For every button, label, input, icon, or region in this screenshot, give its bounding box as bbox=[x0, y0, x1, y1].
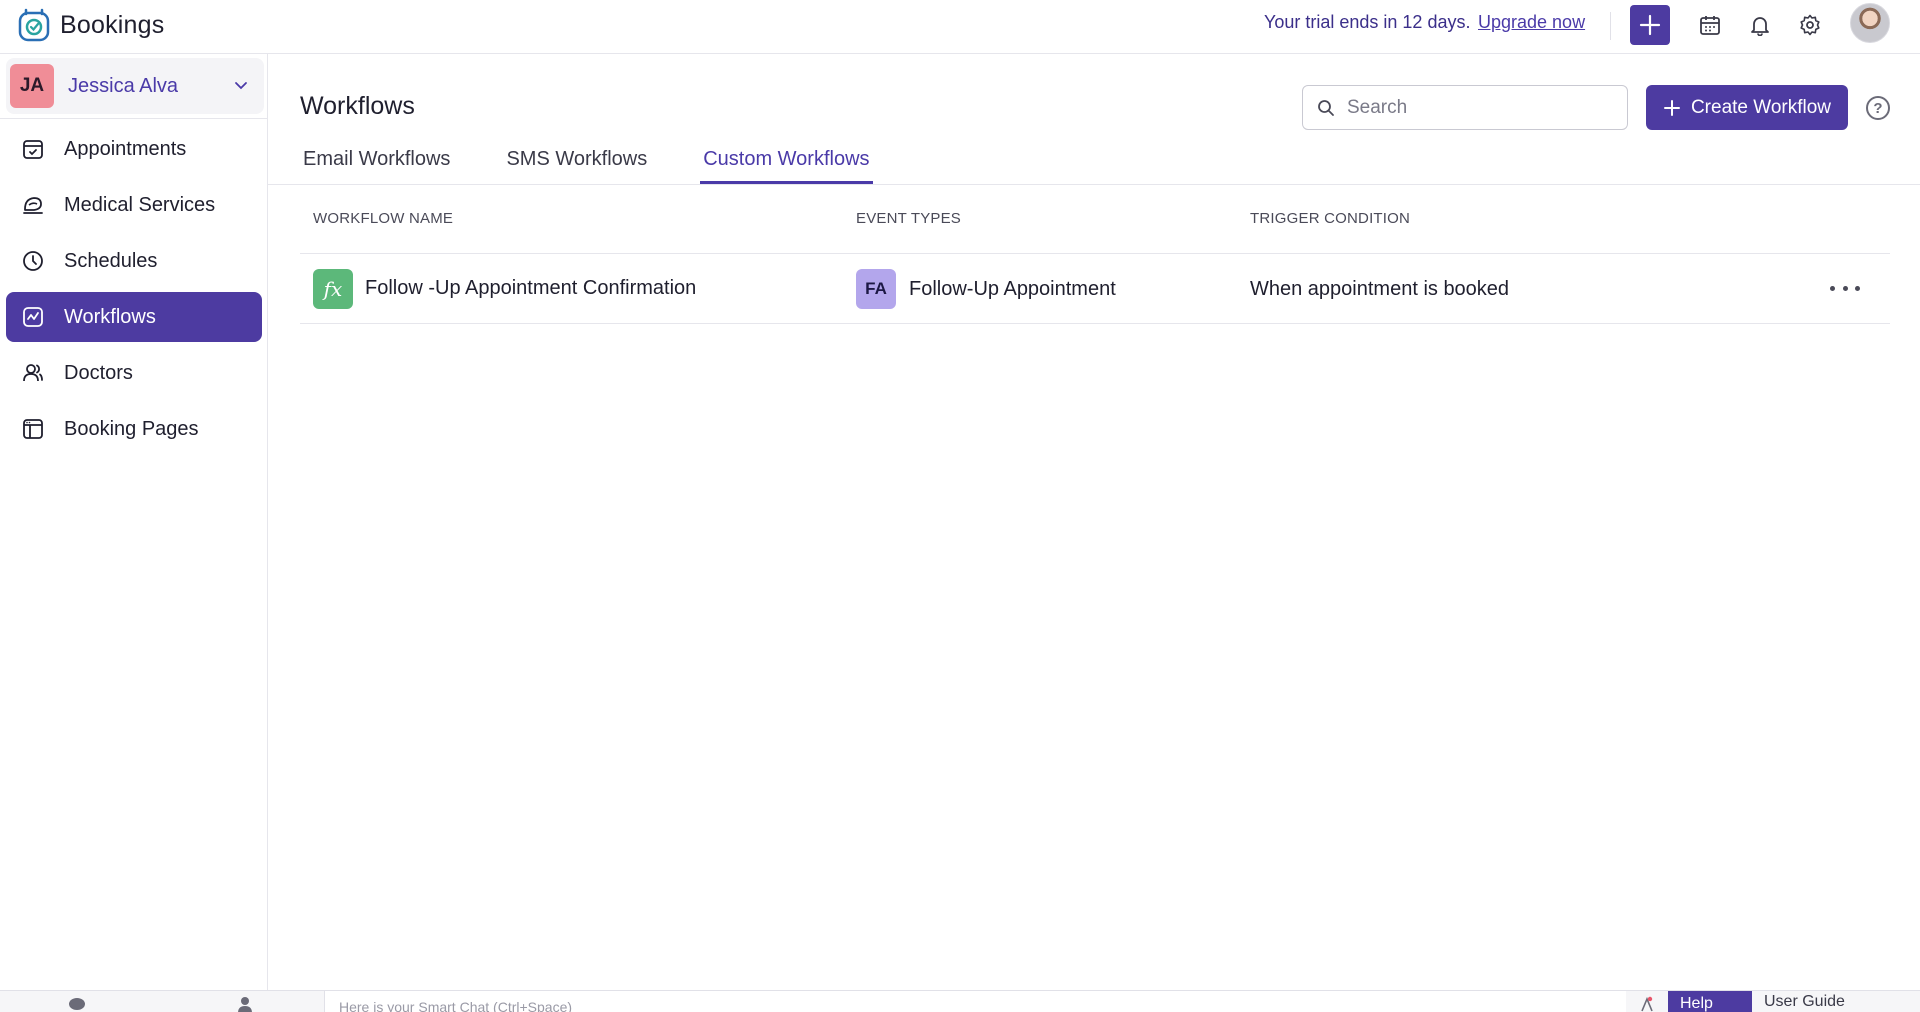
workflow-icon bbox=[20, 304, 46, 330]
upgrade-link[interactable]: Upgrade now bbox=[1478, 12, 1585, 33]
sidebar-item-label: Medical Services bbox=[64, 193, 216, 216]
table-row[interactable]: fx Follow -Up Appointment Confirmation F… bbox=[300, 254, 1890, 324]
workflow-name[interactable]: Follow -Up Appointment Confirmation bbox=[365, 277, 696, 300]
assistant-icon[interactable] bbox=[1638, 995, 1656, 1012]
trigger-condition: When appointment is booked bbox=[1250, 278, 1510, 300]
chevron-down-icon bbox=[235, 82, 247, 90]
sidebar-item-label: Workflows bbox=[64, 305, 156, 328]
tab-email-workflows[interactable]: Email Workflows bbox=[300, 140, 453, 184]
function-icon: fx bbox=[313, 269, 353, 309]
account-name: Jessica Alva bbox=[68, 74, 179, 97]
clock-icon bbox=[20, 248, 46, 274]
sidebar-item-workflows[interactable]: Workflows bbox=[6, 292, 262, 342]
bell-icon bbox=[1751, 17, 1769, 36]
gear-icon bbox=[1800, 14, 1820, 36]
help-button[interactable]: Help bbox=[1668, 991, 1752, 1012]
notifications-button[interactable] bbox=[1747, 12, 1773, 38]
workflow-tabs: Email Workflows SMS Workflows Custom Wor… bbox=[300, 140, 923, 184]
divider bbox=[1610, 12, 1611, 40]
sidebar-divider bbox=[0, 118, 268, 119]
tabs-divider bbox=[268, 184, 1920, 185]
sidebar-item-label: Schedules bbox=[64, 249, 158, 272]
account-switcher[interactable]: JA Jessica Alva bbox=[6, 58, 264, 114]
contact-icon[interactable] bbox=[236, 995, 254, 1012]
sidebar-item-label: Booking Pages bbox=[64, 417, 199, 440]
search-icon bbox=[1318, 99, 1334, 116]
calendar-check-icon bbox=[20, 136, 46, 162]
bottom-bar: Here is your Smart Chat (Ctrl+Space) Hel… bbox=[0, 990, 1920, 1012]
user-guide-button[interactable]: User Guide bbox=[1764, 993, 1845, 1011]
sidebar-item-label: Doctors bbox=[64, 361, 133, 384]
calendar-button[interactable] bbox=[1697, 12, 1723, 38]
event-type-name: Follow-Up Appointment bbox=[909, 278, 1116, 300]
brand[interactable]: Bookings bbox=[18, 8, 164, 42]
event-type-badge: FA bbox=[856, 269, 896, 309]
settings-button[interactable] bbox=[1797, 12, 1823, 38]
app-name: Bookings bbox=[60, 10, 165, 39]
create-workflow-button[interactable]: Create Workflow bbox=[1646, 85, 1848, 130]
plus-icon bbox=[1639, 14, 1661, 36]
column-header-trigger-condition: TRIGGER CONDITION bbox=[1250, 210, 1411, 227]
more-options-icon[interactable] bbox=[1830, 276, 1860, 300]
trial-notice: Your trial ends in 12 days. bbox=[1264, 12, 1471, 32]
tab-custom-workflows[interactable]: Custom Workflows bbox=[700, 140, 873, 184]
chat-icon[interactable] bbox=[68, 995, 86, 1012]
user-avatar[interactable] bbox=[1850, 3, 1890, 43]
sidebar-item-doctors[interactable]: Doctors bbox=[6, 348, 262, 398]
help-icon[interactable]: ? bbox=[1866, 96, 1890, 120]
top-bar: Bookings Your trial ends in 12 days. Upg… bbox=[0, 0, 1920, 54]
sidebar: JA Jessica Alva Appointments Medical Ser… bbox=[0, 54, 268, 990]
search-input[interactable] bbox=[1347, 96, 1607, 119]
bookings-logo-icon bbox=[18, 8, 50, 42]
services-icon bbox=[20, 192, 46, 218]
table-header: WORKFLOW NAME EVENT TYPES TRIGGER CONDIT… bbox=[300, 206, 1890, 254]
account-initials-badge: JA bbox=[10, 64, 54, 108]
create-workflow-label: Create Workflow bbox=[1690, 96, 1832, 118]
users-icon bbox=[20, 360, 46, 386]
calendar-icon bbox=[1700, 16, 1720, 35]
smart-chat-input[interactable]: Here is your Smart Chat (Ctrl+Space) bbox=[324, 991, 1626, 1012]
sidebar-item-booking-pages[interactable]: Booking Pages bbox=[6, 404, 262, 454]
search-box[interactable] bbox=[1302, 85, 1628, 130]
user-guide-label: User Guide bbox=[1764, 993, 1845, 1010]
column-header-event-types: EVENT TYPES bbox=[856, 210, 962, 227]
help-label: Help bbox=[1680, 995, 1713, 1012]
quick-add-button[interactable] bbox=[1630, 5, 1670, 45]
booking-page-icon bbox=[20, 416, 46, 442]
page-title: Workflows bbox=[300, 92, 415, 120]
sidebar-item-appointments[interactable]: Appointments bbox=[6, 124, 262, 174]
tab-sms-workflows[interactable]: SMS Workflows bbox=[503, 140, 650, 184]
sidebar-item-medical-services[interactable]: Medical Services bbox=[6, 180, 262, 230]
sidebar-item-schedules[interactable]: Schedules bbox=[6, 236, 262, 286]
sidebar-item-label: Appointments bbox=[64, 137, 187, 160]
sidebar-nav: Appointments Medical Services Schedules bbox=[6, 124, 262, 460]
plus-icon bbox=[1663, 99, 1680, 116]
column-header-workflow-name: WORKFLOW NAME bbox=[313, 210, 454, 227]
